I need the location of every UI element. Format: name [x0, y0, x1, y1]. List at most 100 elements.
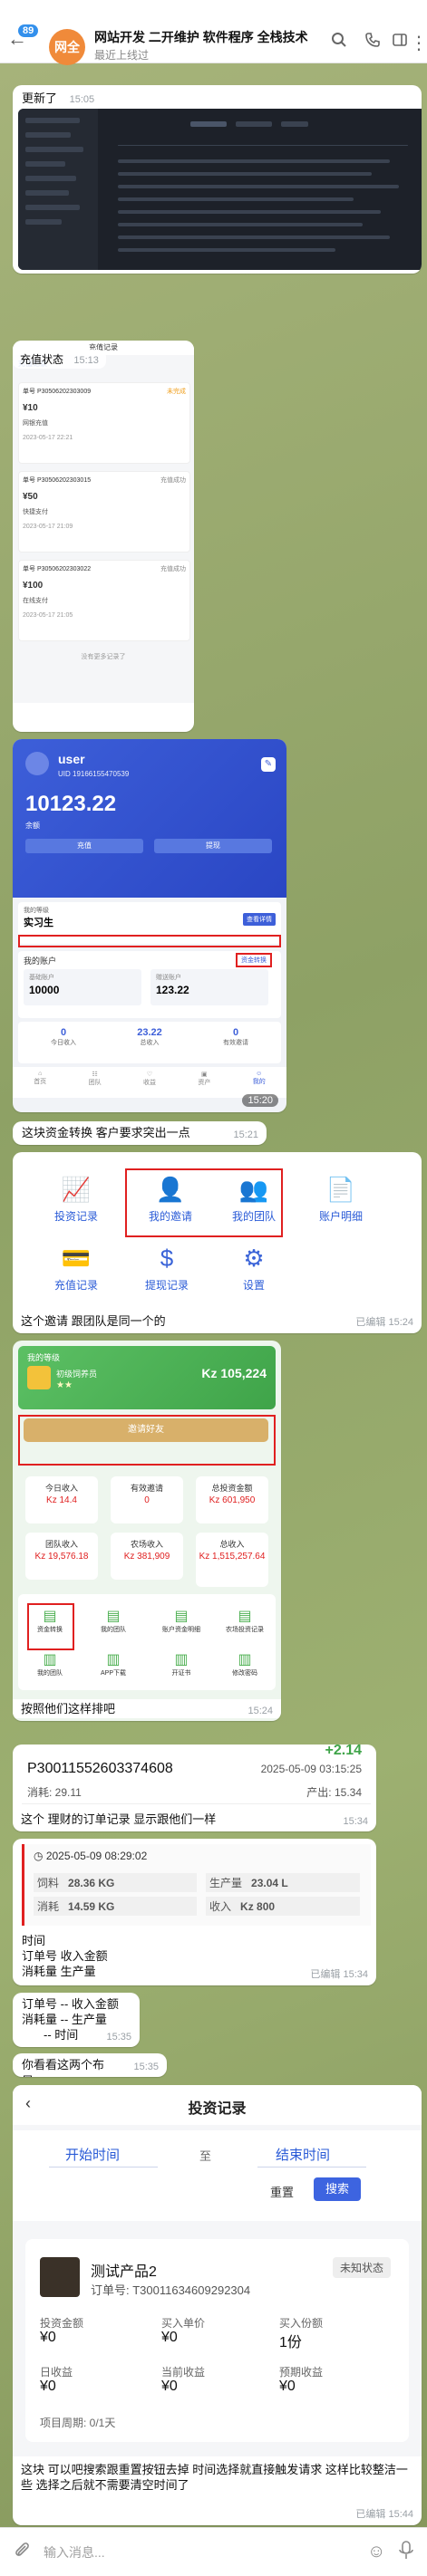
message-time: 15:05	[69, 94, 95, 105]
message-caption: 这个 理财的订单记录 显示跟他们一样	[21, 1812, 217, 1826]
withdraw-button[interactable]: 提现	[154, 839, 272, 853]
menu-item[interactable]: ▥ 我的团队	[27, 1650, 73, 1677]
invest-card[interactable]: 测试产品2 未知状态 订单号: T30011634609292304 投资金额 …	[25, 2239, 409, 2442]
menu-item[interactable]: ▥ 开证书	[154, 1650, 209, 1677]
highlight-box	[27, 1603, 74, 1650]
mic-icon[interactable]	[399, 2541, 413, 2565]
reset-button[interactable]: 重置	[270, 2183, 294, 2200]
recharge-button[interactable]: 充值	[25, 839, 143, 853]
message-text[interactable]: 订单号 -- 收入金额 消耗量 -- 生产量 -- 时间 15:35	[13, 1993, 140, 2047]
today-income-label: 今日收入	[51, 1040, 76, 1046]
message-farm-record[interactable]: ◷ 2025-05-09 08:29:02 饲料 28.36 KG 生产量 23…	[13, 1839, 376, 1985]
table-row	[118, 145, 408, 146]
dashboard-image[interactable]	[18, 109, 422, 270]
message-text[interactable]: 这块资金转换 客户要求突出一点 15:21	[13, 1121, 267, 1145]
reward-account: 赠送账户 123.22	[150, 969, 268, 1005]
dashboard-tab	[281, 121, 308, 127]
nav-home[interactable]: ⌂ 首页	[34, 1071, 46, 1098]
order-image[interactable]: +2.14 P30011552603374608 2025-05-09 03:1…	[22, 1745, 371, 1804]
order-datetime: 2025-05-09 03:15:25	[260, 1763, 362, 1775]
farm-record-image[interactable]: ◷ 2025-05-09 08:29:02 饲料 28.36 KG 生产量 23…	[22, 1844, 371, 1926]
message-level-screenshot[interactable]: 我的等级 初级饲养员 ★★ Kz 105,224 邀请好友 今日收入 Kz 14.…	[13, 1341, 281, 1721]
level-banner: 我的等级 初级饲养员 ★★ Kz 105,224	[18, 1346, 276, 1409]
message-input[interactable]: 输入消息...	[44, 2543, 105, 2562]
user-icon: ☺	[256, 1071, 263, 1077]
fund-transfer-button[interactable]: 资金转换	[236, 953, 272, 967]
record-card[interactable]: 单号 P30506202303022 充值成功 ¥100 在线支付 2023-05…	[18, 560, 190, 641]
record-card[interactable]: 单号 P30506202303015 充值成功 ¥50 快捷支付 2023-05-…	[18, 471, 190, 553]
more-icon[interactable]: ⋮	[410, 32, 427, 54]
level-detail-button[interactable]: 查看详情	[243, 913, 276, 926]
phone-icon[interactable]	[364, 32, 381, 53]
message-time: 15:34	[343, 1816, 368, 1827]
message-text[interactable]: 你看看这两个布局 15:35	[13, 2053, 167, 2077]
message-recharge-screenshot[interactable]: 充值记录 充值记录 单号 P30506202303009未完成 ¥10 网银充值…	[13, 341, 194, 732]
farm-row: 饲料 28.36 KG	[34, 1873, 197, 1892]
message-wallet-screenshot[interactable]: user UID 19166155470539 ✎ 10123.22 余额 充值…	[13, 739, 286, 1112]
farm-row: 收入 Kz 800	[206, 1897, 360, 1916]
menu-item[interactable]: ▤ 账户资金明细	[154, 1607, 209, 1634]
user-id: UID 19166155470539	[58, 770, 130, 778]
avatar[interactable]: 网全	[49, 29, 85, 65]
menu-item[interactable]: ▥ 修改密码	[218, 1650, 272, 1677]
badge-icon	[27, 1366, 51, 1389]
search-icon[interactable]	[331, 32, 347, 53]
invest-image[interactable]: ‹ 投资记录 开始时间 至 结束时间 重置 搜索 测试产品2 未知状态 订单号:…	[13, 2085, 422, 2456]
nav-assets[interactable]: ▣ 资产	[198, 1071, 210, 1098]
start-time-picker[interactable]: 开始时间	[65, 2145, 120, 2164]
sidebar-item	[25, 190, 69, 196]
level-amount: Kz 105,224	[201, 1366, 267, 1380]
account-card[interactable]: 我的账户 资金转换 基础账户 10000 赠送账户 123.22	[18, 951, 281, 1018]
emoji-icon[interactable]: ☺	[367, 2542, 385, 2562]
attach-icon[interactable]	[13, 2541, 31, 2565]
menu-item[interactable]: ▤ 农场投资记录	[218, 1607, 272, 1634]
edit-icon[interactable]: ✎	[261, 757, 276, 772]
search-button[interactable]: 搜索	[314, 2177, 361, 2201]
record-order: 单号 P30506202303015	[23, 477, 92, 484]
message-caption: 更新了 15:05	[22, 91, 95, 105]
sidebar-icon[interactable]	[392, 32, 408, 53]
message-icons-screenshot[interactable]: 📈 投资记录 👤 我的邀请 👥 我的团队 📄 账户明细 💳 充值记录 $ 提现记…	[13, 1152, 422, 1333]
stat-box: 农场收入 Kz 381,909	[111, 1533, 183, 1580]
menu-label: 充值记录	[53, 1279, 98, 1292]
message-order-screenshot[interactable]: +2.14 P30011552603374608 2025-05-09 03:1…	[13, 1745, 376, 1831]
message-time: 15:20	[242, 1094, 278, 1107]
user-name: user	[58, 752, 85, 766]
field-value: ¥0	[40, 2379, 56, 2394]
message-invest-screenshot[interactable]: ‹ 投资记录 开始时间 至 结束时间 重置 搜索 测试产品2 未知状态 订单号:…	[13, 2085, 422, 2525]
reward-account-label: 赠送账户	[156, 975, 181, 981]
menu-item[interactable]: ▤ 我的团队	[91, 1607, 136, 1634]
sidebar-item	[25, 161, 65, 167]
level-name: 初级饲养员	[56, 1370, 98, 1379]
chart-icon: 📈	[61, 1176, 92, 1203]
message-dashboard-screenshot[interactable]: 更新了 15:05	[13, 85, 422, 274]
message-text-body: 时间 订单号 收入金额 消耗量 生产量	[22, 1934, 108, 1978]
table-row	[118, 197, 354, 201]
recharge-image[interactable]: 充值记录 充值记录 单号 P30506202303009未完成 ¥10 网银充值…	[13, 341, 194, 703]
icons-image[interactable]: 📈 投资记录 👤 我的邀请 👥 我的团队 📄 账户明细 💳 充值记录 $ 提现记…	[18, 1158, 416, 1308]
invest-title: 投资记录	[188, 2101, 247, 2117]
gear-icon: ⚙	[243, 1245, 265, 1272]
level-label: 我的等级	[24, 908, 49, 914]
today-income-value: 0	[60, 1027, 67, 1038]
menu-label: 提现记录	[144, 1279, 189, 1292]
sidebar-item	[25, 176, 76, 181]
table-row	[118, 185, 399, 188]
record-date: 2023-05-17 21:05	[23, 612, 73, 619]
message-time: 已编辑 15:34	[310, 1969, 368, 1980]
field-value: ¥0	[279, 2379, 296, 2394]
message-time: 15:21	[233, 1129, 258, 1140]
clock-icon: ◷	[34, 1850, 46, 1862]
field-value: 1份	[279, 2335, 302, 2350]
chat-title[interactable]: 网站开发 二开维护 软件程序 全栈技术	[94, 28, 308, 46]
income-stats: 0 今日收入 23.22 总收入 0 有效邀请	[18, 1022, 281, 1063]
nav-team[interactable]: ☷ 团队	[89, 1071, 102, 1098]
record-card[interactable]: 单号 P30506202303009 未完成 ¥10 网银充值 2023-05-1…	[18, 382, 190, 464]
unread-badge: 89	[18, 24, 39, 37]
highlight-box	[18, 1415, 276, 1466]
record-method: 在线支付	[23, 598, 48, 604]
end-time-picker[interactable]: 结束时间	[276, 2145, 330, 2164]
account-label: 我的账户	[24, 956, 57, 966]
nav-earnings[interactable]: ♡ 收益	[143, 1071, 156, 1098]
menu-item[interactable]: ▥ APP下载	[91, 1650, 136, 1677]
